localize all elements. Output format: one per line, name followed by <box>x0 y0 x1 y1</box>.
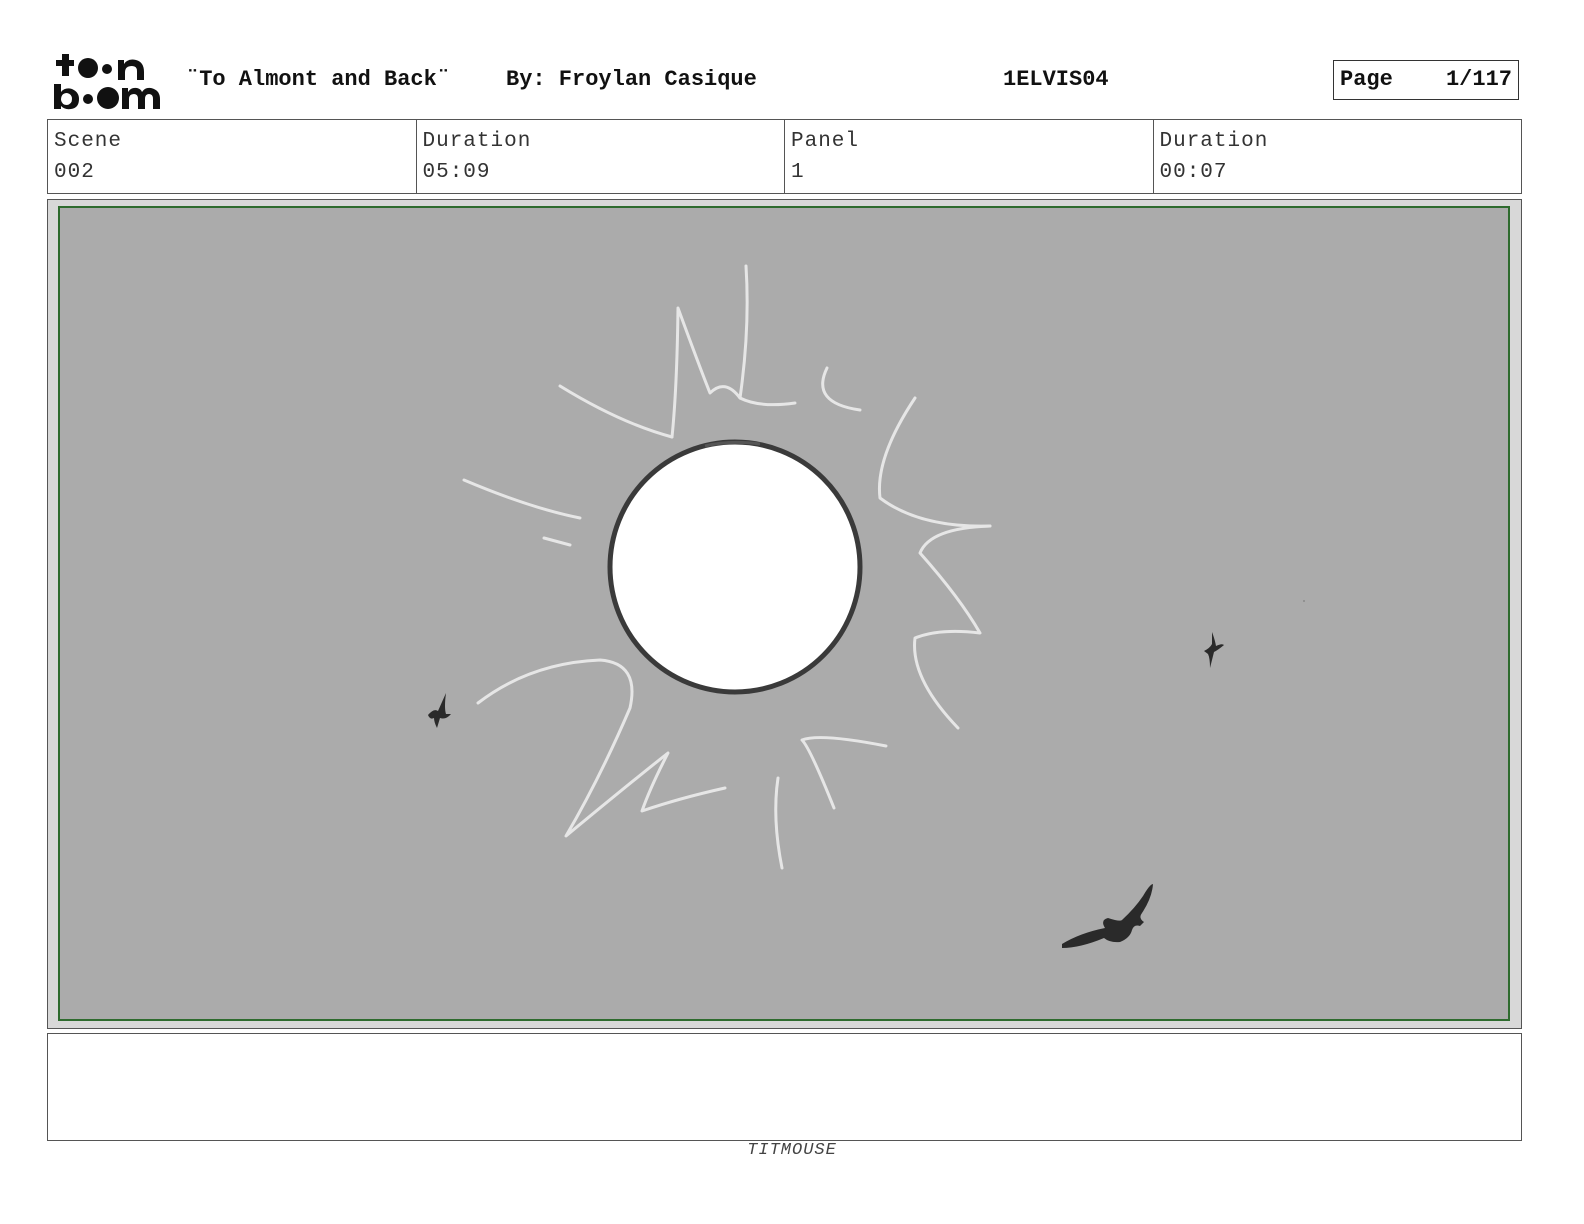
scene-label: Scene <box>54 130 123 153</box>
bird-small-right <box>1204 632 1224 668</box>
author-credit: By: Froylan Casique <box>506 67 757 92</box>
page-number: 1/117 <box>1445 67 1512 92</box>
toon-boom-logo <box>52 52 164 112</box>
panel-duration-cell: Duration 00:07 <box>1154 120 1522 193</box>
page-label: Page <box>1340 67 1393 92</box>
page-indicator: Page 1/117 <box>1333 60 1519 100</box>
project-title: ¨To Almont and Back¨ <box>186 67 451 92</box>
scene-duration-value: 05:09 <box>422 161 491 184</box>
panel-label: Panel <box>791 130 860 153</box>
panel-duration-value: 00:07 <box>1159 161 1228 184</box>
storyboard-panel <box>58 206 1510 1021</box>
scene-duration-cell: Duration 05:09 <box>417 120 785 193</box>
panel-duration-label: Duration <box>1159 130 1269 153</box>
production-code: 1ELVIS04 <box>1003 67 1109 92</box>
scene-info-table: Scene 002 Duration 05:09 Panel 1 Duratio… <box>47 119 1522 194</box>
scene-cell: Scene 002 <box>48 120 417 193</box>
bird-large <box>1062 884 1153 948</box>
bird-small-left <box>428 693 451 728</box>
panel-value: 1 <box>791 161 805 184</box>
scene-duration-label: Duration <box>422 130 532 153</box>
panel-notes-box[interactable] <box>47 1033 1522 1141</box>
scene-value: 002 <box>54 161 95 184</box>
panel-cell: Panel 1 <box>785 120 1154 193</box>
sketch-speck <box>1303 600 1305 602</box>
sun-sketch <box>607 439 863 695</box>
studio-footer: TITMOUSE <box>747 1141 837 1160</box>
